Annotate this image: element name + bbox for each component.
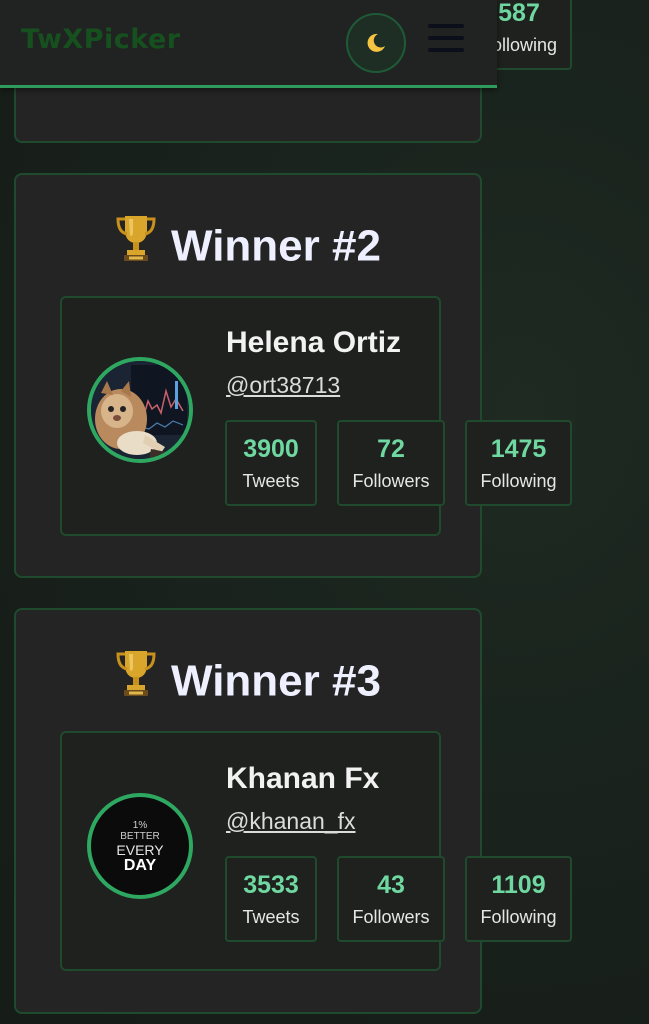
avatar-text-line4: DAY <box>123 857 157 874</box>
winner-title-text: Winner #3 <box>171 656 381 706</box>
stat-label: Tweets <box>242 907 300 927</box>
winner-title: Winner #3 <box>16 650 480 708</box>
winner-2-name: Helena Ortiz <box>226 326 402 359</box>
stat-label: Following <box>480 471 557 491</box>
moon-icon <box>367 33 385 52</box>
stat-label: Followers <box>352 471 430 491</box>
avatar-text-line2: BETTER <box>120 831 160 842</box>
stat-value: 3533 <box>243 871 299 899</box>
cat-avatar <box>87 357 193 463</box>
theme-toggle-button[interactable] <box>346 13 406 73</box>
stat-value: 3900 <box>243 435 299 463</box>
winner-3-tweets-stat: 3533 Tweets <box>225 856 317 942</box>
trophy-icon <box>115 647 157 708</box>
avatar-text-line3: EVERY <box>116 842 164 858</box>
stat-value: 1109 <box>491 871 546 899</box>
motto-avatar: 1% BETTER EVERY DAY <box>87 793 193 899</box>
winner-2-tweets-stat: 3900 Tweets <box>225 420 317 506</box>
winner-2-followers-stat: 72 Followers <box>337 420 445 506</box>
stat-label: Followers <box>352 907 430 927</box>
stat-value: 72 <box>377 435 405 463</box>
stat-label: Tweets <box>242 471 300 491</box>
winner-title-text: Winner #2 <box>171 221 381 271</box>
winner-2-following-stat: 1475 Following <box>465 420 572 506</box>
hamburger-menu-icon[interactable] <box>428 24 464 54</box>
trophy-icon <box>115 212 157 273</box>
winner-3-followers-stat: 43 Followers <box>337 856 445 942</box>
winner-3-handle-link[interactable]: @khanan_fx <box>226 807 356 835</box>
app-logo[interactable]: TwXPicker <box>21 24 181 55</box>
winner-2-handle-link[interactable]: @ort38713 <box>226 371 340 399</box>
top-navbar: TwXPicker <box>0 0 497 88</box>
winner-3-following-stat: 1109 Following <box>465 856 572 942</box>
winner-3-name: Khanan Fx <box>226 762 380 795</box>
winner-title: Winner #2 <box>16 215 480 273</box>
stat-label: Following <box>480 907 557 927</box>
avatar-text-line1: 1% <box>132 820 148 831</box>
stat-value: 43 <box>377 871 405 899</box>
stat-value: 1475 <box>490 435 547 463</box>
